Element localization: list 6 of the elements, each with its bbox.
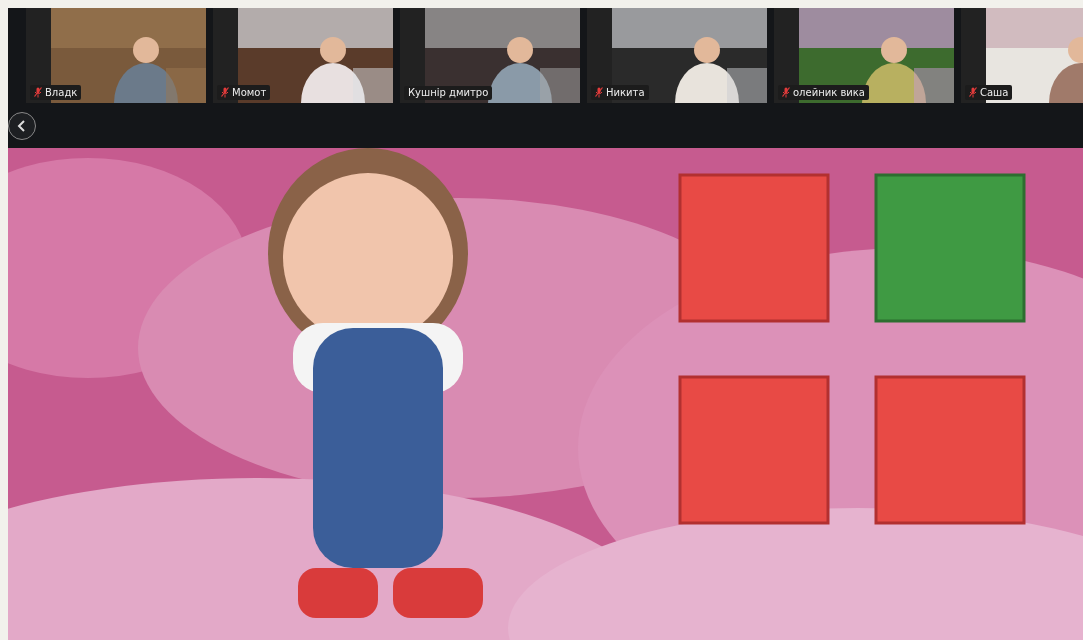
participant-name: Никита: [606, 87, 645, 98]
participant-name: Момот: [232, 87, 267, 98]
participant-name: Владк: [45, 87, 78, 98]
participant-name: Саша: [980, 87, 1009, 98]
participant-name: олейник вика: [793, 87, 865, 98]
participant-name: Кушнір дмитро: [408, 88, 489, 98]
